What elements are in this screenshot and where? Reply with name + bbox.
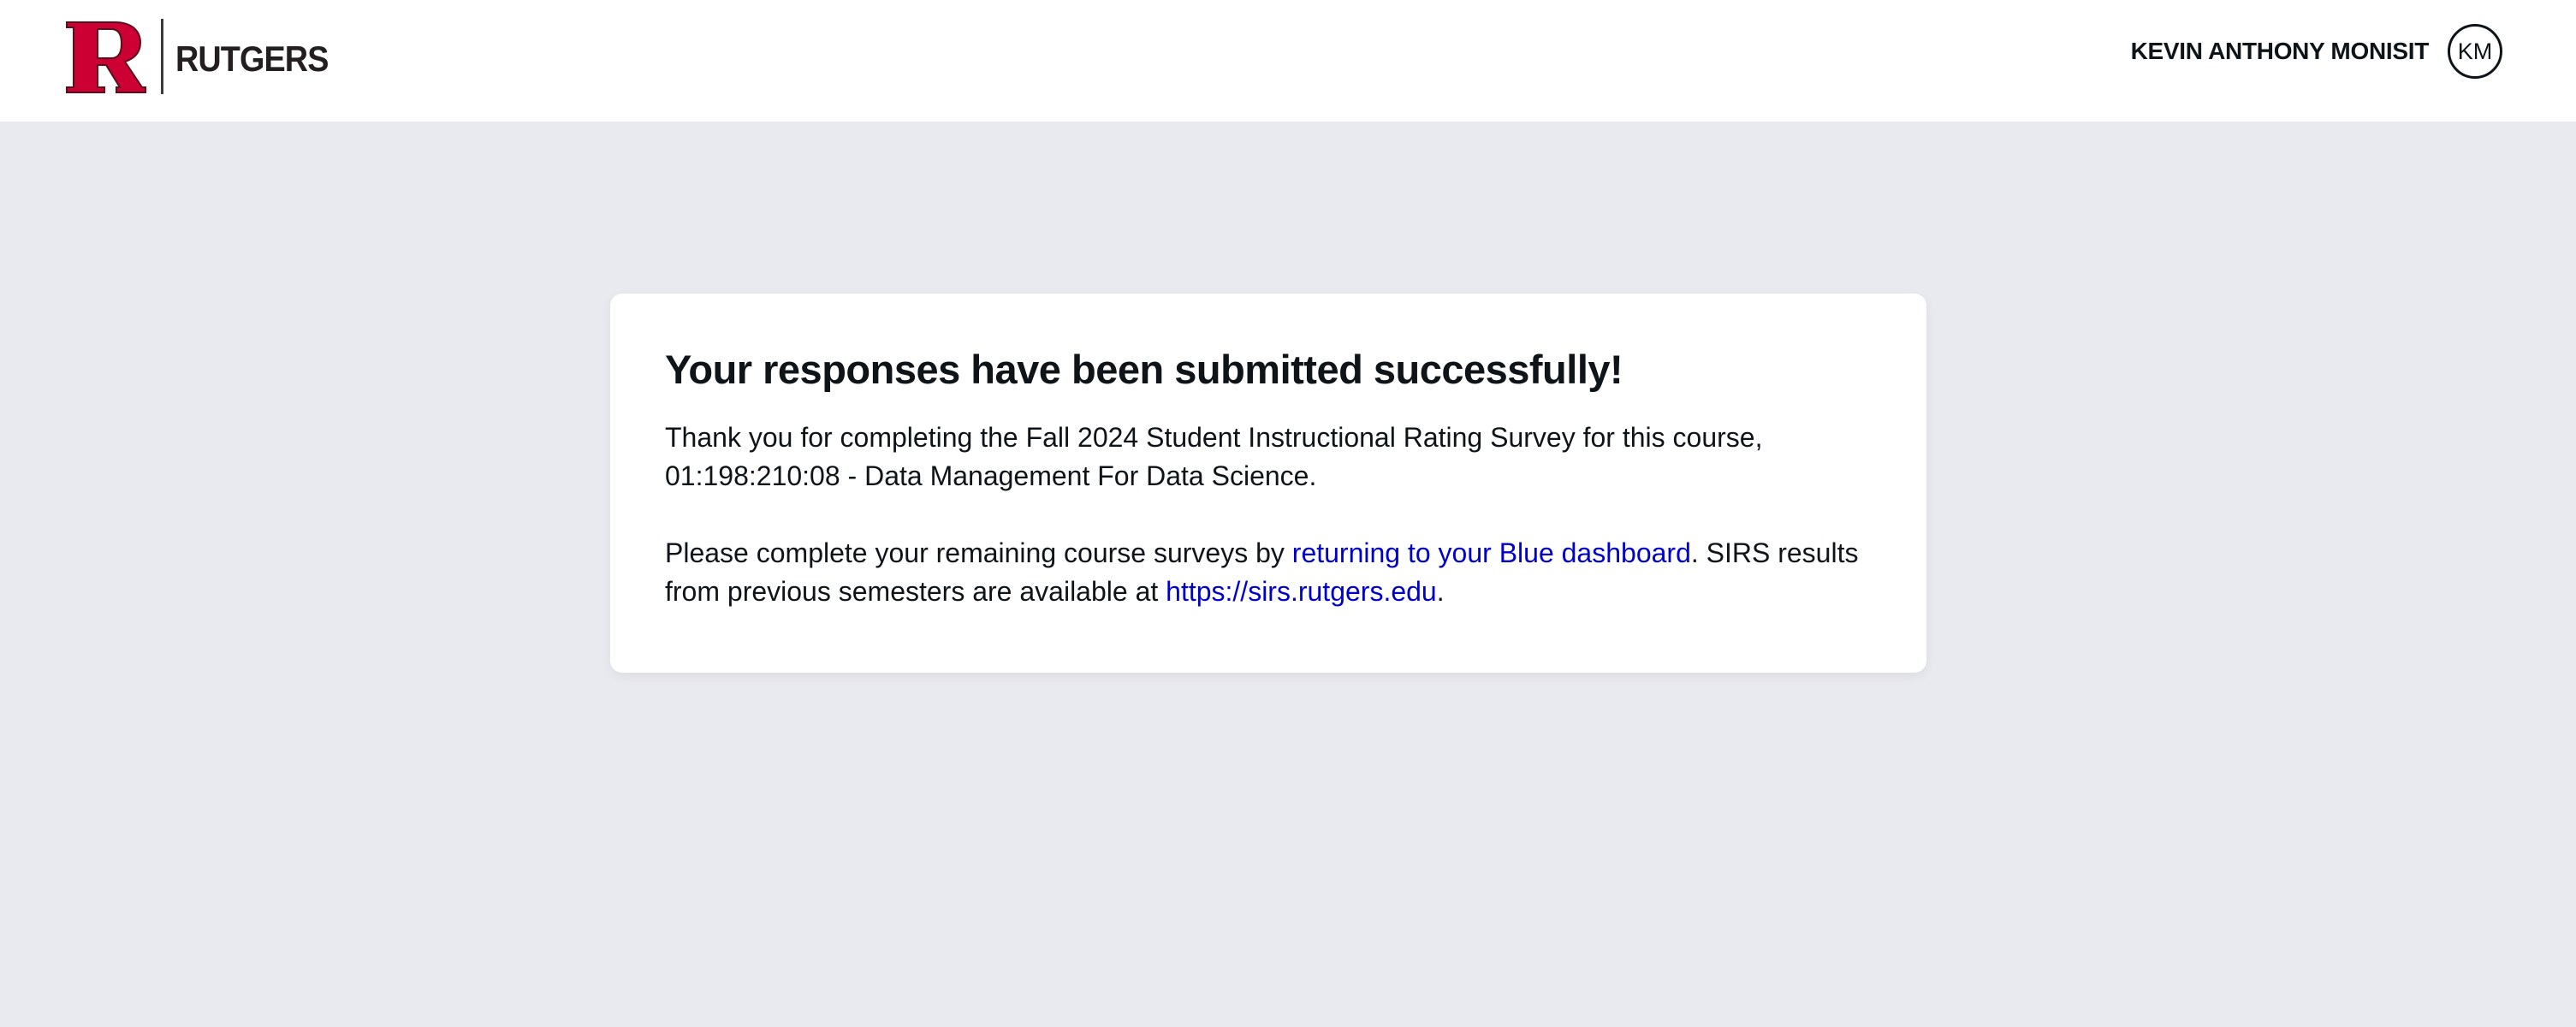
next-steps-text-1: Please complete your remaining course su… — [665, 537, 1292, 569]
confirmation-card: Your responses have been submitted succe… — [610, 294, 1926, 673]
rutgers-logo[interactable]: RUTGERS — [63, 19, 345, 94]
blue-dashboard-link[interactable]: returning to your Blue dashboard — [1292, 537, 1691, 568]
next-steps-text-3: from previous semesters are available at — [665, 576, 1166, 608]
top-header: RUTGERS KEVIN ANTHONY MONISIT KM — [0, 0, 2576, 122]
avatar-initials: KM — [2457, 38, 2493, 64]
avatar[interactable]: KM — [2448, 24, 2502, 79]
logo-divider — [161, 19, 163, 94]
next-steps-paragraph: Please complete your remaining course su… — [665, 534, 1872, 611]
next-steps-text-4: . — [1436, 576, 1445, 608]
confirmation-title: Your responses have been submitted succe… — [665, 347, 1623, 392]
next-steps-text-2: . SIRS results — [1690, 537, 1859, 569]
course-line: 01:198:210:08 - Data Management For Data… — [665, 460, 1317, 492]
sirs-website-link[interactable]: https://sirs.rutgers.edu — [1166, 576, 1437, 607]
rutgers-r-logo-icon — [66, 21, 146, 93]
thank-you-line-1: Thank you for completing the Fall 2024 S… — [665, 422, 1763, 454]
user-name: KEVIN ANTHONY MONISIT — [2130, 38, 2430, 64]
user-menu[interactable]: KEVIN ANTHONY MONISIT KM — [2131, 24, 2502, 79]
logo-wordmark: RUTGERS — [175, 39, 329, 79]
thank-you-paragraph: Thank you for completing the Fall 2024 S… — [665, 419, 1872, 496]
